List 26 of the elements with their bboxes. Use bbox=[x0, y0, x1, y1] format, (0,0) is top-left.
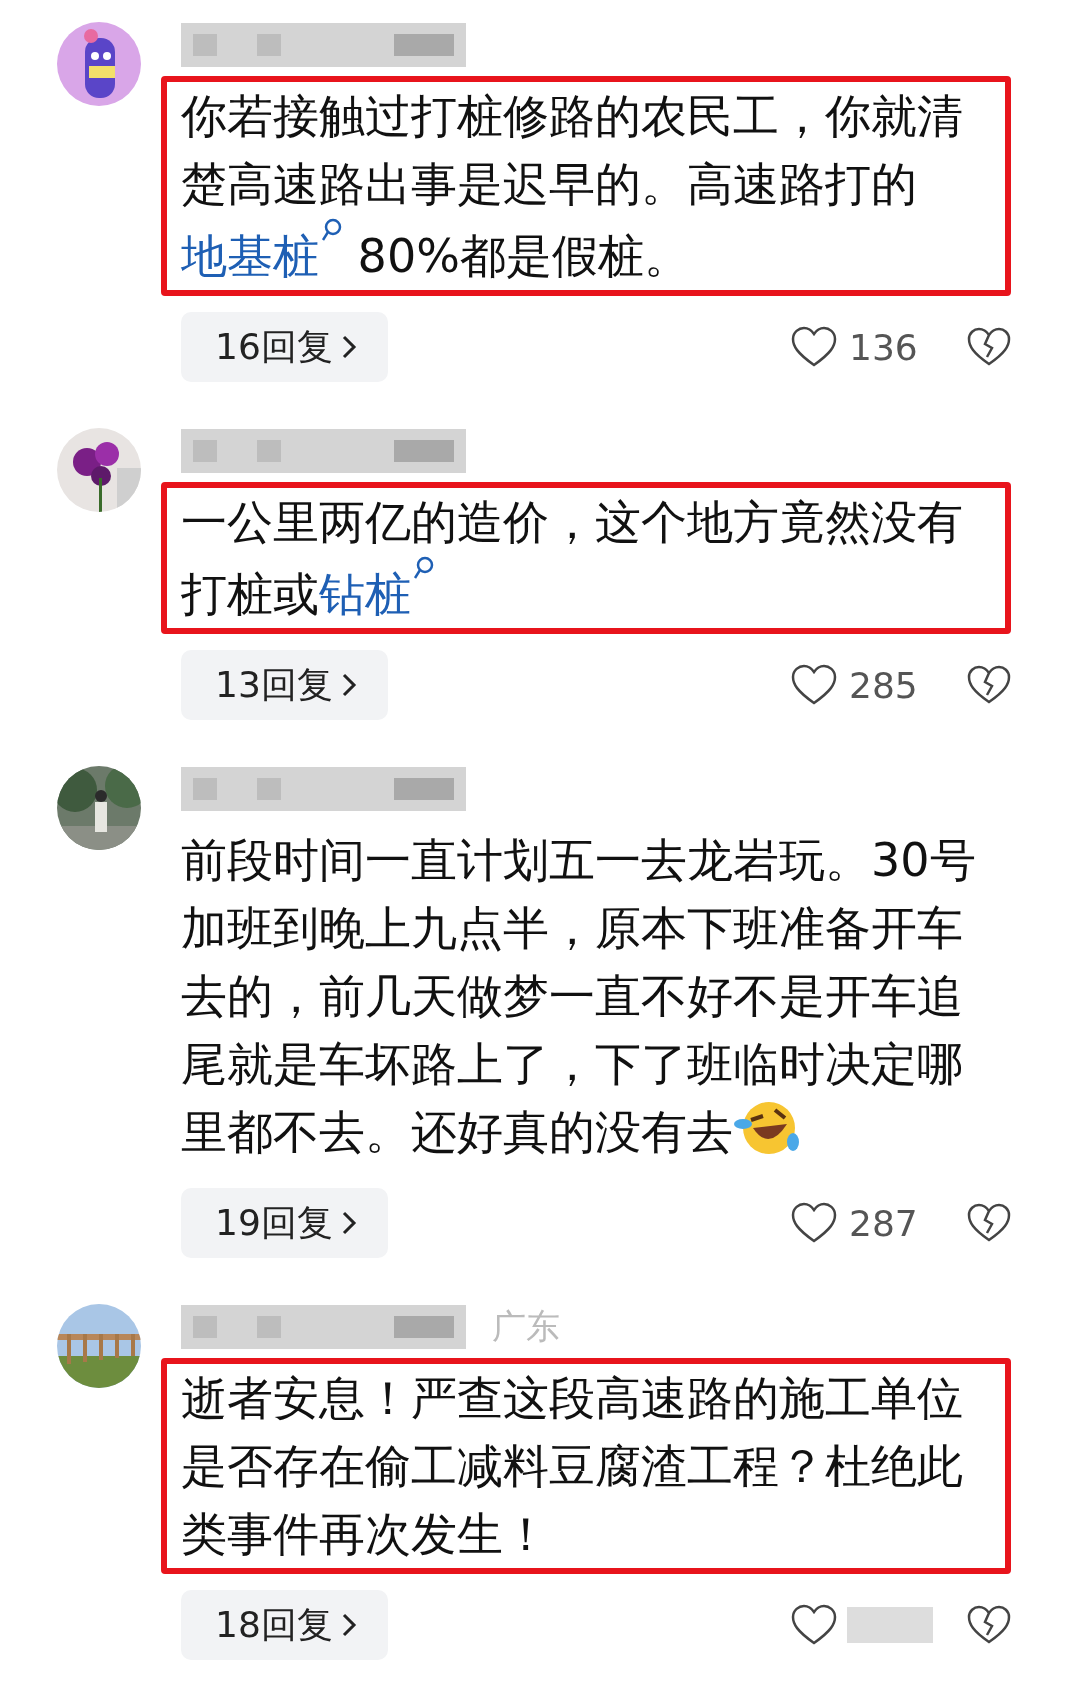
broken-heart-icon[interactable] bbox=[967, 665, 1011, 705]
comment-text: 一公里两亿的造价，这个地方竟然没有打桩或钻桩 bbox=[181, 494, 964, 623]
comment-text: 前段时间一直计划五一去龙岩玩。30号加班到晚上九点半，原本下班准备开车去的，前几天做梦一直不好不是开车追尾就是车坏路上了，下了班临时决定哪里都不去。还好真的没有去 bbox=[181, 832, 977, 1161]
chevron-icon bbox=[340, 334, 357, 360]
keyword-link[interactable]: 钻桩 bbox=[319, 567, 411, 621]
replies-button[interactable]: 19回复 bbox=[181, 1188, 388, 1258]
like-count: 287 bbox=[848, 1202, 919, 1244]
heart-icon[interactable] bbox=[791, 1202, 837, 1244]
heart-icon[interactable] bbox=[791, 1604, 837, 1646]
comment-text: 逝者安息！严查这段高速路的施工单位是否存在偷工减料豆腐渣工程？杜绝此类事件再次发生！ bbox=[181, 1370, 964, 1563]
heart-icon[interactable] bbox=[791, 326, 837, 368]
chevron-icon bbox=[340, 1210, 357, 1236]
chevron-icon bbox=[340, 672, 357, 698]
keyword-link[interactable]: 地基桩 bbox=[181, 229, 319, 283]
like-count: 136 bbox=[848, 326, 919, 368]
chevron-icon bbox=[340, 1612, 357, 1638]
replies-button[interactable]: 16回复 bbox=[181, 312, 388, 382]
replies-button[interactable]: 13回复 bbox=[181, 650, 388, 720]
broken-heart-icon[interactable] bbox=[967, 1605, 1011, 1645]
location-label: 广东 bbox=[492, 1305, 560, 1348]
heart-icon[interactable] bbox=[791, 664, 837, 706]
replies-button[interactable]: 18回复 bbox=[181, 1590, 388, 1660]
broken-heart-icon[interactable] bbox=[967, 327, 1011, 367]
like-count: 285 bbox=[848, 664, 919, 706]
broken-heart-icon[interactable] bbox=[967, 1203, 1011, 1243]
comment-text: 你若接触过打桩修路的农民工，你就清楚高速路出事是迟早的。高速路打的 地基桩 80%都是假桩。 bbox=[181, 88, 964, 285]
